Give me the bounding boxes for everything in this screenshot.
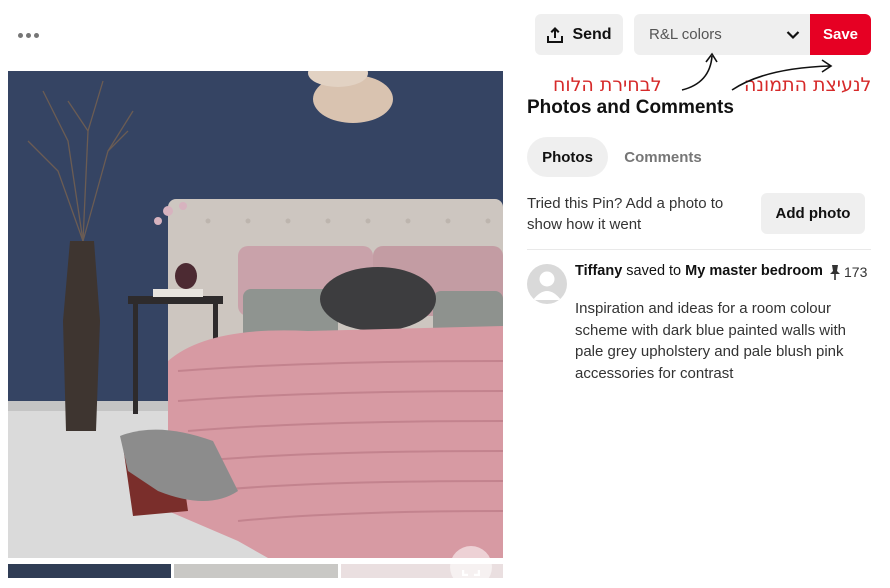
divider xyxy=(527,249,871,250)
add-photo-button[interactable]: Add photo xyxy=(761,193,865,234)
tab-photos[interactable]: Photos xyxy=(527,137,608,177)
more-options-icon[interactable] xyxy=(14,24,42,46)
color-swatch xyxy=(8,564,171,578)
tab-comments[interactable]: Comments xyxy=(614,137,712,177)
expand-icon xyxy=(462,558,480,576)
pushpin-icon xyxy=(830,264,840,280)
avatar[interactable] xyxy=(527,264,567,304)
activity-board[interactable]: My master bedroom xyxy=(685,263,823,279)
annotation-arrows xyxy=(681,52,833,91)
bedroom-photo xyxy=(8,71,503,558)
activity-verb: saved to xyxy=(622,263,686,279)
save-count: 173 xyxy=(830,264,867,280)
section-title: Photos and Comments xyxy=(527,97,734,118)
send-button[interactable]: Send xyxy=(535,14,623,55)
color-swatch xyxy=(174,564,338,578)
pin-image[interactable] xyxy=(8,71,503,558)
user-placeholder-icon xyxy=(533,271,561,300)
expand-image-button[interactable] xyxy=(450,546,492,588)
activity-user[interactable]: Tiffany xyxy=(575,263,622,279)
tried-pin-prompt: Tried this Pin? Add a photo to show how … xyxy=(527,195,724,233)
add-photo-label: Add photo xyxy=(775,205,851,222)
share-upload-icon xyxy=(547,26,564,43)
board-select-annotation: לבחירת הלוח xyxy=(553,74,662,96)
save-count-value: 173 xyxy=(844,264,868,280)
activity-description: Inspiration and ideas for a room colour … xyxy=(575,300,846,382)
activity-header: Tiffany saved to My master bedroom xyxy=(575,263,825,280)
send-label: Send xyxy=(572,25,612,43)
